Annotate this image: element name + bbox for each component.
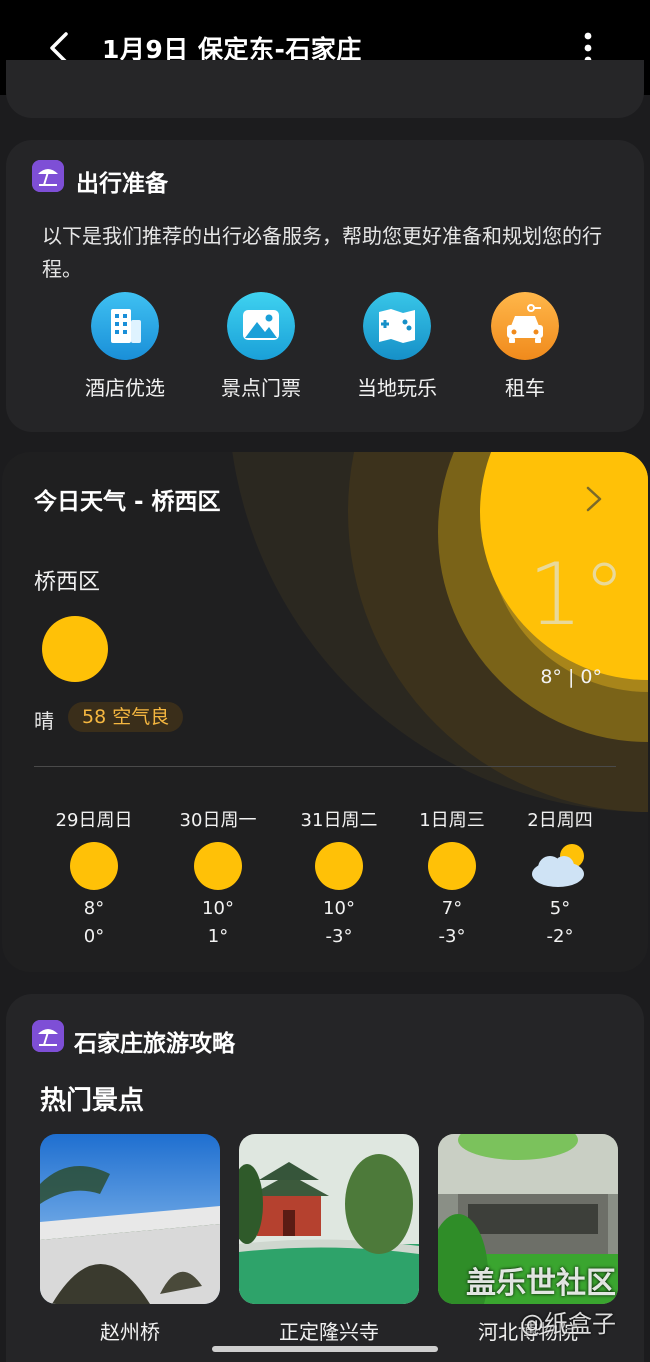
spot-photo-longxing-temple [239,1134,419,1304]
travel-umbrella-icon [32,160,64,192]
forecast-low: 1° [207,926,229,947]
forecast-date: 31日周二 [300,810,378,831]
previous-card [6,60,644,118]
sun-icon [42,616,108,682]
weather-divider [34,766,616,767]
service-hotel-label: 酒店优选 [85,376,165,400]
forecast-date: 2日周四 [527,810,593,831]
forecast-day: 2日周四 5° -2° [500,806,620,947]
forecast-low: -3° [438,926,466,947]
weather-location: 桥西区 [34,570,101,595]
service-local-fun-label: 当地玩乐 [357,376,437,400]
travel-prep-description: 以下是我们推荐的出行必备服务，帮助您更好准备和规划您的行程。 [42,224,602,281]
service-scenic-tickets[interactable]: 景点门票 [196,292,326,404]
forecast-low: 0° [83,926,105,947]
travel-prep-title: 出行准备 [76,171,168,197]
service-hotel[interactable]: 酒店优选 [60,292,190,404]
spot-card[interactable]: 正定隆兴寺 [239,1134,419,1344]
weather-condition: 晴 [34,709,54,733]
sun-icon [428,842,476,890]
temperature-range: 8° | 0° [540,666,602,688]
service-scenic-tickets-label: 景点门票 [221,376,301,400]
forecast-high: 8° [83,898,105,919]
spot-label: 赵州桥 [100,1320,160,1344]
watermark: 盖乐世社区 [466,1266,616,1301]
weather-title: 今日天气 - 桥西区 [34,489,221,515]
sun-icon [315,842,363,890]
forecast-high: 10° [323,898,355,919]
travel-guide-title: 石家庄旅游攻略 [74,1031,235,1057]
service-car-rental[interactable]: 租车 [460,292,590,404]
spot-label: 正定隆兴寺 [279,1320,379,1344]
forecast-day: 31日周二 10° -3° [279,806,399,947]
travel-prep-card: 出行准备 以下是我们推荐的出行必备服务，帮助您更好准备和规划您的行程。 酒店优选… [6,140,644,432]
current-temperature: 1° [528,545,626,645]
scenic-icon [227,292,295,360]
hotel-icon [91,292,159,360]
partly-cloudy-icon [532,844,584,887]
forecast-day: 30日周一 10° 1° [158,806,278,947]
forecast-high: 10° [202,898,234,919]
map-play-icon [363,292,431,360]
service-local-fun[interactable]: 当地玩乐 [332,292,462,404]
forecast-date: 1日周三 [419,810,485,831]
forecast-high: 5° [549,898,571,919]
forecast-day: 29日周日 8° 0° [34,806,154,947]
sun-icon [194,842,242,890]
sun-icon [70,842,118,890]
car-icon [491,292,559,360]
forecast-date: 29日周日 [55,810,133,831]
service-car-rental-label: 租车 [505,376,545,400]
forecast-high: 7° [441,898,463,919]
forecast-low: -3° [325,926,353,947]
popular-spots-heading: 热门景点 [40,1086,145,1116]
forecast-day: 1日周三 7° -3° [392,806,512,947]
forecast-low: -2° [546,926,574,947]
spot-photo-zhaozhou-bridge [40,1134,220,1304]
spot-card[interactable]: 赵州桥 [40,1134,220,1344]
chevron-right-icon[interactable] [582,482,606,516]
weather-card[interactable]: 今日天气 - 桥西区 桥西区 晴 58 空气良 1° 8° | 0° 29日周日… [2,452,648,972]
home-indicator[interactable] [212,1346,438,1352]
travel-umbrella-icon [32,1020,64,1052]
watermark-handle: @纸盒子 [520,1310,616,1338]
forecast-date: 30日周一 [179,810,257,831]
air-quality-badge: 58 空气良 [68,702,184,732]
